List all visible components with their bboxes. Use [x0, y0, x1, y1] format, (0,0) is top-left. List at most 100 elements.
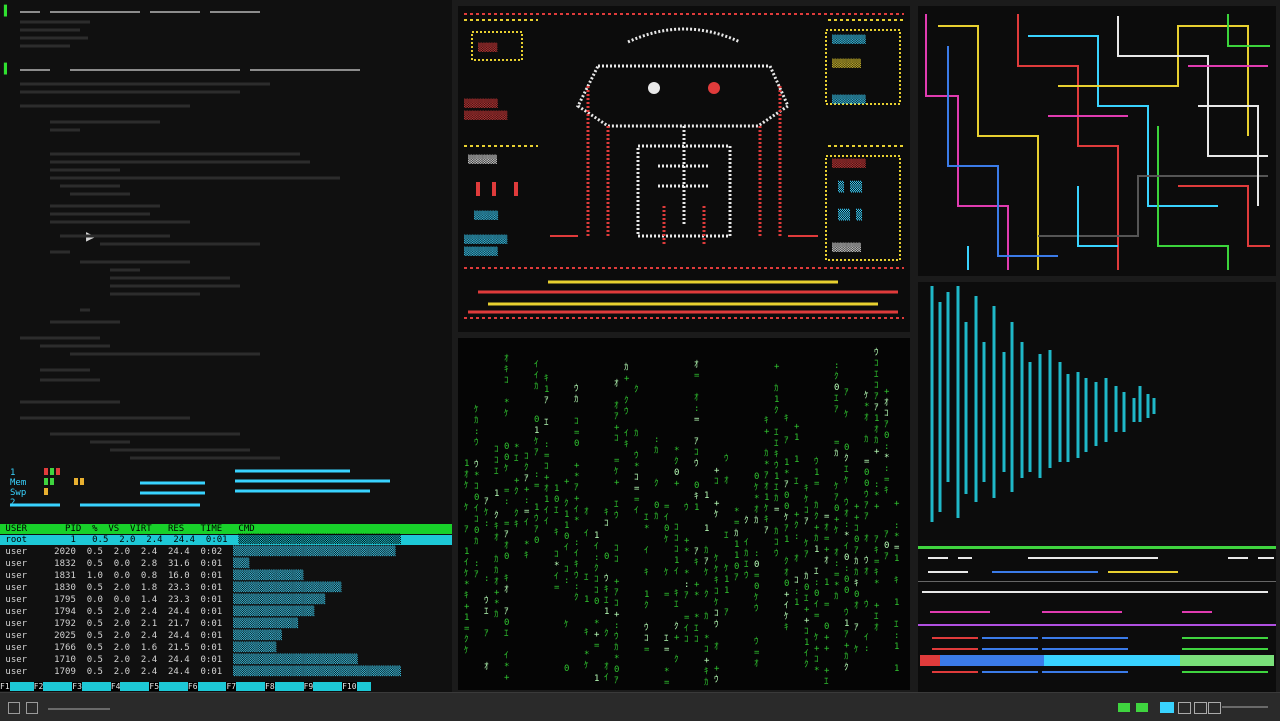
- matrix-glyph: ｴ: [724, 531, 729, 541]
- table-row[interactable]: user 1794 0.5 2.0 2.4 24.4 0:01 ▒▒▒▒▒▒▒▒…: [0, 607, 452, 617]
- table-row[interactable]: user 1831 1.0 0.0 0.8 16.0 0:01 ▒▒▒▒▒▒▒▒…: [0, 571, 452, 581]
- matrix-glyph: ｸ: [634, 384, 639, 395]
- matrix-glyph: ｸ: [674, 654, 679, 665]
- matrix-glyph: ｸ: [594, 563, 599, 574]
- matrix-glyph: ｺ: [474, 482, 479, 492]
- matrix-glyph: ｳ: [614, 631, 619, 642]
- table-row[interactable]: user 1830 0.5 2.0 1.8 23.3 0:01 ▒▒▒▒▒▒▒▒…: [0, 583, 452, 593]
- table-row[interactable]: user 2025 0.5 2.0 2.4 24.4 0:01 ▒▒▒▒▒▒▒▒…: [0, 631, 452, 641]
- matrix-glyph: :: [594, 553, 599, 563]
- matrix-glyph: ｹ: [714, 509, 719, 520]
- music-player-pane[interactable]: [918, 546, 1276, 692]
- matrix-glyph: 0: [594, 597, 599, 607]
- matrix-glyph: ｵ: [694, 392, 699, 403]
- matrix-glyph: :: [504, 497, 509, 507]
- matrix-glyph: 0: [844, 553, 849, 563]
- network-icon[interactable]: [1178, 702, 1191, 714]
- matrix-glyph: ｲ: [674, 567, 679, 577]
- matrix-glyph: +: [684, 536, 690, 546]
- matrix-glyph: ｹ: [864, 390, 869, 401]
- matrix-glyph: ｶ: [804, 571, 809, 582]
- matrix-glyph: ｴ: [774, 483, 779, 493]
- matrix-glyph: =: [534, 481, 540, 491]
- matrix-glyph: ｵ: [544, 483, 549, 494]
- matrix-glyph: ｺ: [884, 409, 889, 419]
- matrix-glyph: =: [694, 415, 700, 425]
- matrix-glyph: 0: [474, 526, 479, 536]
- matrix-glyph: +: [544, 473, 550, 483]
- matrix-glyph: ｹ: [464, 645, 469, 656]
- matrix-glyph: ｳ: [744, 570, 749, 581]
- matrix-glyph: :: [474, 427, 479, 437]
- matrix-rain-pane[interactable]: 1 ｵｹｹｱ 1 ｲｹ * ｷ +1 = ｸｹｹｶ: ｳｳ * ｺ 0 ｲｺ 0 ｶ: ｱｱｹ:: ｳｴｱｵｺｺｴ…: [458, 338, 910, 690]
- matrix-glyph: ｲ: [474, 504, 479, 514]
- matrix-glyph: 1: [604, 607, 609, 617]
- matrix-glyph: +: [874, 502, 880, 512]
- htop-pane[interactable]: 1 Mem Swp 2 USER PID % VS VIRT RES TIME CMD…: [0, 463, 452, 692]
- editor-pane[interactable]: ▌ ▌ ▶: [0, 0, 452, 463]
- matrix-glyph: ｺ: [524, 452, 529, 462]
- matrix-glyph: ｸ: [604, 628, 609, 639]
- matrix-glyph: +: [874, 601, 880, 611]
- matrix-glyph: ｵ: [834, 547, 839, 558]
- matrix-glyph: ｸ: [744, 515, 749, 526]
- matrix-glyph: ｶ: [614, 642, 619, 653]
- matrix-glyph: ｷ: [704, 667, 709, 677]
- table-row[interactable]: user 1766 0.5 2.0 1.6 21.5 0:01 ▒▒▒▒▒▒▒▒: [0, 643, 452, 653]
- matrix-glyph: 0: [564, 664, 569, 674]
- matrix-glyph: ｱ: [764, 526, 769, 536]
- matrix-glyph: =: [664, 645, 670, 655]
- matrix-glyph: ｸ: [674, 621, 679, 632]
- table-row[interactable]: user 1832 0.5 0.0 2.8 31.6 0:01 ▒▒▒: [0, 559, 452, 569]
- htop-function-keys[interactable]: F1 F2 F3 F4 F5 F6 F7 F8 F9 F10: [0, 681, 452, 692]
- matrix-glyph: ｲ: [814, 600, 819, 610]
- ascii-art-pane[interactable]: ▒▒▒▒ ▒▒▒▒▒▒▒ ▒▒▒▒▒▒▒▒▒ ▒▒▒▒▒▒ ▒▒▒▒▒ ▒▒▒▒…: [458, 6, 910, 332]
- matrix-glyph: ｸ: [704, 589, 709, 600]
- table-row[interactable]: user 1792 0.5 2.0 2.1 21.7 0:01 ▒▒▒▒▒▒▒▒…: [0, 619, 452, 629]
- matrix-glyph: 0: [504, 442, 509, 452]
- matrix-glyph: 1: [464, 613, 469, 623]
- matrix-glyph: :: [794, 532, 799, 542]
- matrix-glyph: 0: [784, 491, 789, 501]
- matrix-glyph: ｺ: [554, 550, 559, 560]
- matrix-glyph: ｴ: [614, 500, 619, 510]
- matrix-glyph: =: [814, 611, 820, 621]
- matrix-glyph: ｷ: [504, 574, 509, 584]
- matrix-glyph: ｷ: [574, 560, 579, 570]
- matrix-glyph: ｸ: [774, 405, 779, 416]
- battery-icon[interactable]: [1208, 702, 1221, 714]
- matrix-glyph: ｱ: [874, 392, 879, 402]
- matrix-glyph: ｲ: [534, 371, 539, 381]
- volume-icon[interactable]: [1194, 702, 1207, 714]
- table-row[interactable]: user 1709 0.5 2.0 2.4 24.4 0:01 ▒▒▒▒▒▒▒▒…: [0, 667, 452, 677]
- audio-visualizer-pane[interactable]: [918, 282, 1276, 546]
- svg-text:Swp: Swp: [10, 488, 26, 498]
- matrix-glyph: 0: [754, 472, 759, 482]
- matrix-glyph: ｴ: [514, 454, 519, 464]
- htop-selected-row[interactable]: root 1 0.5 2.0 2.4 24.4 0:01 ▒▒▒▒▒▒▒▒▒▒▒…: [0, 535, 452, 545]
- matrix-glyph: ｴ: [664, 634, 669, 644]
- matrix-glyph: ｱ: [764, 471, 769, 481]
- matrix-glyph: ｷ: [764, 515, 769, 525]
- matrix-glyph: =: [754, 571, 760, 581]
- matrix-glyph: ｴ: [484, 607, 489, 617]
- table-row[interactable]: user 1795 0.0 0.0 1.4 23.3 0:01 ▒▒▒▒▒▒▒▒…: [0, 595, 452, 605]
- matrix-glyph: ｶ: [834, 448, 839, 459]
- matrix-glyph: ｹ: [804, 538, 809, 549]
- matrix-glyph: ｱ: [614, 588, 619, 598]
- matrix-glyph: ｱ: [474, 570, 479, 580]
- matrix-glyph: *: [874, 491, 879, 501]
- matrix-glyph: ｲ: [564, 543, 569, 553]
- matrix-glyph: ｵ: [484, 661, 489, 672]
- matrix-glyph: *: [584, 650, 589, 660]
- matrix-glyph: ｷ: [674, 589, 679, 599]
- svg-text:▒▒▒▒▒: ▒▒▒▒▒: [474, 210, 498, 220]
- matrix-glyph: ｷ: [884, 486, 889, 496]
- pipes-pane[interactable]: [918, 6, 1276, 276]
- matrix-glyph: ｷ: [774, 450, 779, 460]
- table-row[interactable]: user 2020 0.5 2.0 2.4 24.4 0:02 ▒▒▒▒▒▒▒▒…: [0, 547, 452, 557]
- matrix-glyph: ｳ: [694, 458, 699, 469]
- matrix-glyph: :: [884, 442, 889, 452]
- htop-column-header[interactable]: USER PID % VS VIRT RES TIME CMD: [0, 524, 452, 534]
- table-row[interactable]: user 1710 0.5 2.0 2.4 24.4 0:01 ▒▒▒▒▒▒▒▒…: [0, 655, 452, 665]
